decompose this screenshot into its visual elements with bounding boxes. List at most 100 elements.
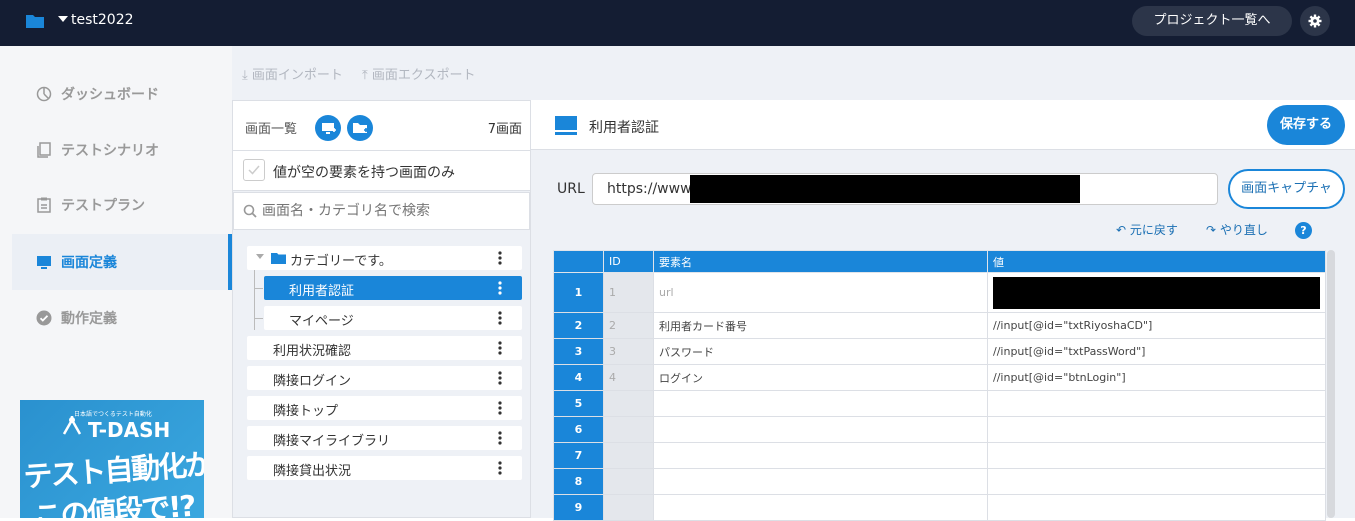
add-category-button[interactable] [347,115,373,141]
pie-chart-icon [36,86,52,102]
column-header-id: ID [603,250,654,273]
table-header-row: ID 要素名 値 [553,250,1326,273]
filter-checkbox[interactable] [243,159,265,181]
row-number[interactable]: 7 [553,442,604,469]
row-id [603,390,654,417]
project-selector[interactable]: test2022 [58,12,134,28]
row-number[interactable]: 2 [553,312,604,339]
tree-item[interactable]: 隣接マイライブラリ [247,426,522,450]
tree-item[interactable]: 隣接トップ [247,396,522,420]
tree-item[interactable]: 隣接ログイン [247,366,522,390]
tree-item-label: 隣接ログイン [273,374,352,389]
banner-tagline: 日本語でつくるテスト自動化 [74,411,152,418]
row-value[interactable] [987,272,1326,313]
export-button[interactable]: ⤒ 画面エクスポート [362,64,476,83]
row-name[interactable]: パスワード [653,338,988,365]
redo-icon: ↷ [1206,223,1217,237]
undo-button[interactable]: ↶ 元に戻す [1116,221,1178,238]
row-id: 3 [603,338,654,365]
add-screen-button[interactable] [315,115,341,141]
row-id [603,416,654,443]
project-list-button[interactable]: プロジェクト一覧へ [1132,6,1292,36]
ad-banner[interactable]: 日本語でつくるテスト自動化 T-DASH テスト自動化が この値段で!? [20,400,204,518]
tree-line [254,288,263,289]
tree-item[interactable]: マイページ [264,306,522,330]
row-number-header [553,250,604,273]
sidebar-item-dashboard[interactable]: ダッシュボード [12,66,232,122]
sidebar-item-test-plan[interactable]: テストプラン [12,177,232,233]
row-name[interactable]: ログイン [653,364,988,391]
table-row[interactable]: 2 2 利用者カード番号 //input[@id="txtRiyoshaCD"] [553,312,1326,339]
more-icon[interactable] [498,431,502,445]
more-icon[interactable] [498,281,502,295]
gear-icon [1308,14,1322,28]
table-row[interactable]: 6 [553,416,1326,443]
table-row[interactable]: 8 [553,468,1326,495]
row-value[interactable] [987,416,1326,443]
more-icon[interactable] [498,401,502,415]
tree-item-selected[interactable]: 利用者認証 [264,276,522,300]
sidebar-item-test-scenario[interactable]: テストシナリオ [12,122,232,178]
row-name[interactable]: 利用者カード番号 [653,312,988,339]
add-folder-icon [353,123,368,133]
tree-category[interactable]: カテゴリーです。 [247,246,522,270]
settings-button[interactable] [1300,6,1330,36]
filter-label: 値が空の要素を持つ画面のみ [273,165,455,181]
table-row[interactable]: 9 [553,494,1326,521]
row-name[interactable] [653,442,988,469]
url-input[interactable]: https://www [592,173,1218,205]
sidebar: ダッシュボード テストシナリオ テストプラン 画面定義 動作定義 日本語でつくる… [0,46,232,518]
row-number[interactable]: 4 [553,364,604,391]
help-icon[interactable]: ? [1295,222,1312,239]
table-row[interactable]: 4 4 ログイン //input[@id="btnLogin"] [553,364,1326,391]
row-number[interactable]: 1 [553,272,604,313]
row-value[interactable]: //input[@id="txtRiyoshaCD"] [987,312,1326,339]
more-icon[interactable] [498,311,502,325]
row-value[interactable] [987,442,1326,469]
tree-item[interactable]: 隣接貸出状況 [247,456,522,480]
row-number[interactable]: 9 [553,494,604,521]
table-row[interactable]: 7 [553,442,1326,469]
row-name[interactable] [653,494,988,521]
sidebar-item-label: 画面定義 [61,255,117,271]
redo-button[interactable]: ↷ やり直し [1206,221,1268,238]
row-value[interactable] [987,390,1326,417]
row-value[interactable]: //input[@id="btnLogin"] [987,364,1326,391]
table-scrollbar[interactable] [1327,250,1335,518]
import-button[interactable]: ⤓ 画面インポート [242,64,343,83]
row-number[interactable]: 8 [553,468,604,495]
search-input[interactable] [262,199,522,223]
row-name[interactable]: url [653,272,988,313]
sidebar-item-action-definition[interactable]: 動作定義 [12,290,232,346]
more-icon[interactable] [498,461,502,475]
editor-header: 利用者認証 保存する [531,100,1355,150]
download-icon: ⤓ [242,68,248,83]
row-value[interactable] [987,468,1326,495]
monitor-icon [555,116,577,135]
save-button[interactable]: 保存する [1267,105,1345,145]
more-icon[interactable] [498,251,502,265]
row-id [603,442,654,469]
row-name[interactable] [653,390,988,417]
tdash-logo-icon [62,416,82,435]
tree-item-label: 隣接マイライブラリ [273,434,391,449]
sidebar-item-screen-definition[interactable]: 画面定義 [12,234,232,290]
row-value[interactable] [987,494,1326,521]
row-name[interactable] [653,416,988,443]
row-id: 2 [603,312,654,339]
empty-value-filter[interactable]: 値が空の要素を持つ画面のみ [233,151,530,191]
tree-item[interactable]: 利用状況確認 [247,336,522,360]
more-icon[interactable] [498,371,502,385]
undo-icon: ↶ [1116,223,1127,237]
row-name[interactable] [653,468,988,495]
row-number[interactable]: 3 [553,338,604,365]
row-number[interactable]: 5 [553,390,604,417]
row-value[interactable]: //input[@id="txtPassWord"] [987,338,1326,365]
search-icon [243,204,257,218]
table-row[interactable]: 1 1 url [553,272,1326,313]
more-icon[interactable] [498,341,502,355]
row-number[interactable]: 6 [553,416,604,443]
table-row[interactable]: 5 [553,390,1326,417]
table-row[interactable]: 3 3 パスワード //input[@id="txtPassWord"] [553,338,1326,365]
capture-button[interactable]: 画面キャプチャ [1228,169,1345,209]
